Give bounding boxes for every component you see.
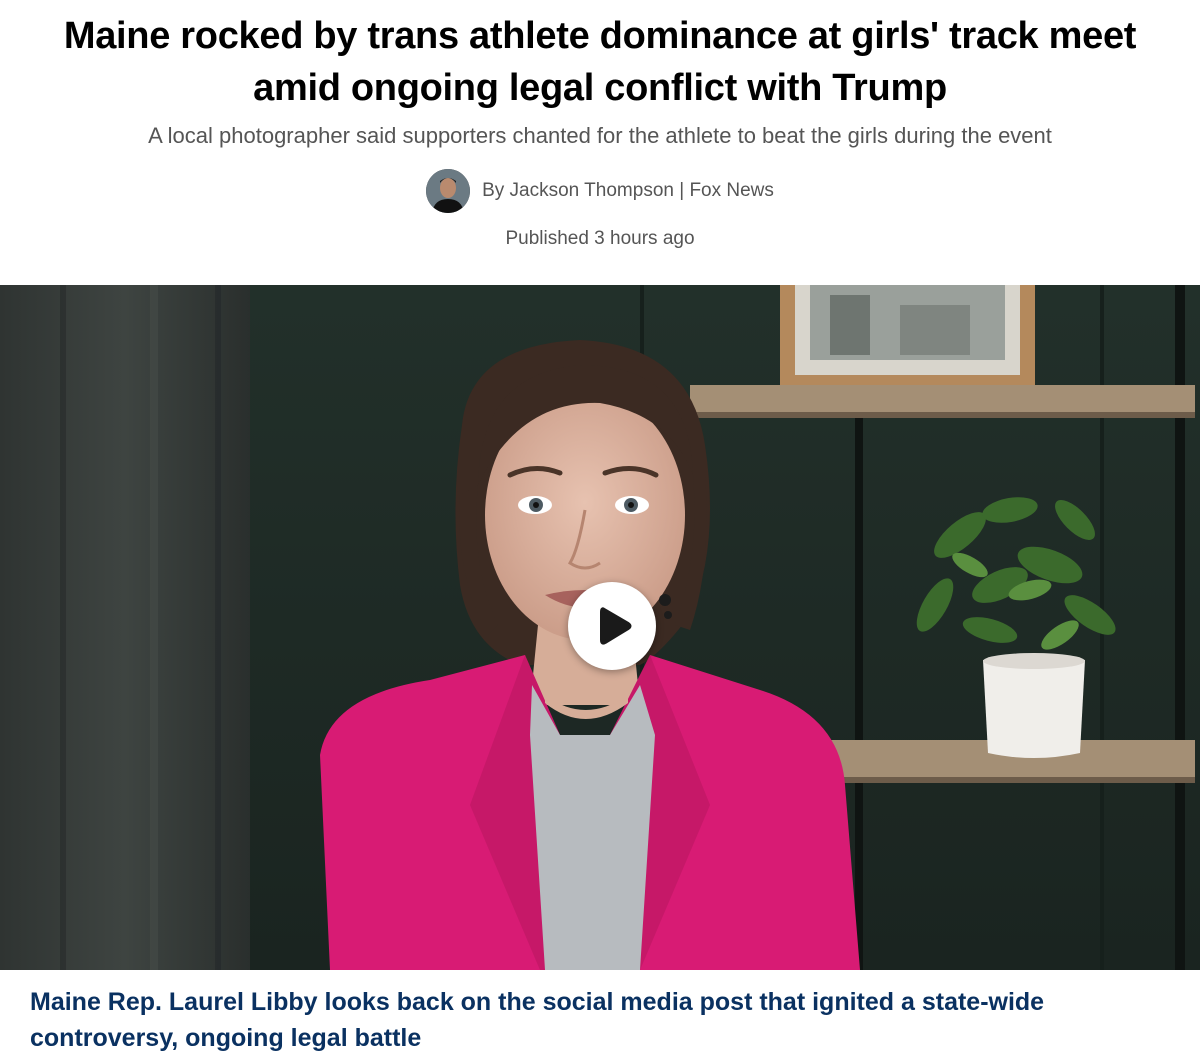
article-subhead: A local photographer said supporters cha…	[148, 123, 1052, 148]
play-icon	[600, 607, 632, 645]
play-button[interactable]	[568, 582, 656, 670]
article-headline: Maine rocked by trans athlete dominance …	[63, 15, 1137, 109]
video-player[interactable]	[0, 285, 1200, 970]
video-caption[interactable]: Maine Rep. Laurel Libby looks back on th…	[30, 984, 1180, 1051]
author-byline[interactable]: By Jackson Thompson | Fox News	[482, 180, 774, 202]
byline: By Jackson Thompson | Fox News	[0, 168, 1200, 214]
published-time: Published 3 hours ago	[505, 228, 695, 249]
author-avatar[interactable]	[426, 169, 471, 213]
